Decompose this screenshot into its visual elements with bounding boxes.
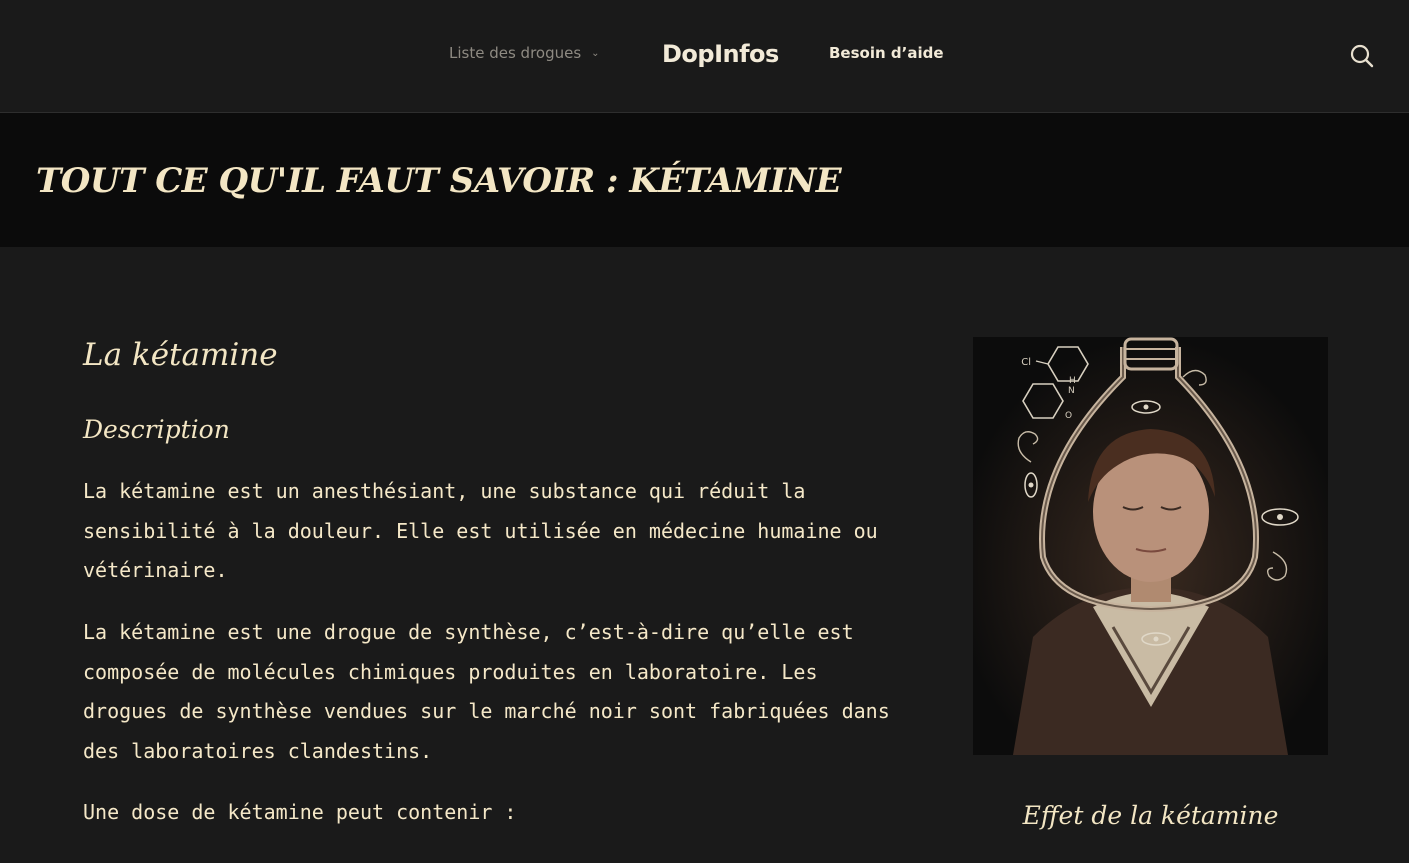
paragraph-1: La kétamine est un anesthésiant, une sub… <box>83 479 878 582</box>
article-subheading: Description <box>83 415 230 444</box>
ketamine-illustration: Cl H N O <box>973 337 1328 755</box>
paragraph-3: Une dose de kétamine peut contenir : <box>83 800 517 824</box>
nav-drugs-dropdown[interactable]: Liste des drogues ⌄ <box>449 44 600 62</box>
chevron-down-icon: ⌄ <box>591 48 600 59</box>
nav-drugs-label: Liste des drogues <box>449 44 582 62</box>
article-content: La kétamine Description La kétamine est … <box>0 247 1409 863</box>
svg-text:N: N <box>1068 386 1075 396</box>
nav-help-link[interactable]: Besoin d’aide <box>829 44 944 62</box>
page-hero: TOUT CE QU'IL FAUT SAVOIR : KÉTAMINE <box>0 113 1409 247</box>
article-heading: La kétamine <box>83 337 278 373</box>
paragraph-2: La kétamine est une drogue de synthèse, … <box>83 620 890 763</box>
site-header: Liste des drogues ⌄ DopInfos Besoin d’aid… <box>0 0 1409 113</box>
page-title: TOUT CE QU'IL FAUT SAVOIR : KÉTAMINE <box>36 161 842 201</box>
figure-caption: Effet de la kétamine <box>1022 801 1279 830</box>
site-logo[interactable]: DopInfos <box>662 40 779 68</box>
svg-text:H: H <box>1069 376 1076 386</box>
svg-text:Cl: Cl <box>1021 357 1031 368</box>
svg-text:O: O <box>1065 411 1072 421</box>
search-button[interactable] <box>1348 42 1376 70</box>
search-icon <box>1350 44 1374 68</box>
